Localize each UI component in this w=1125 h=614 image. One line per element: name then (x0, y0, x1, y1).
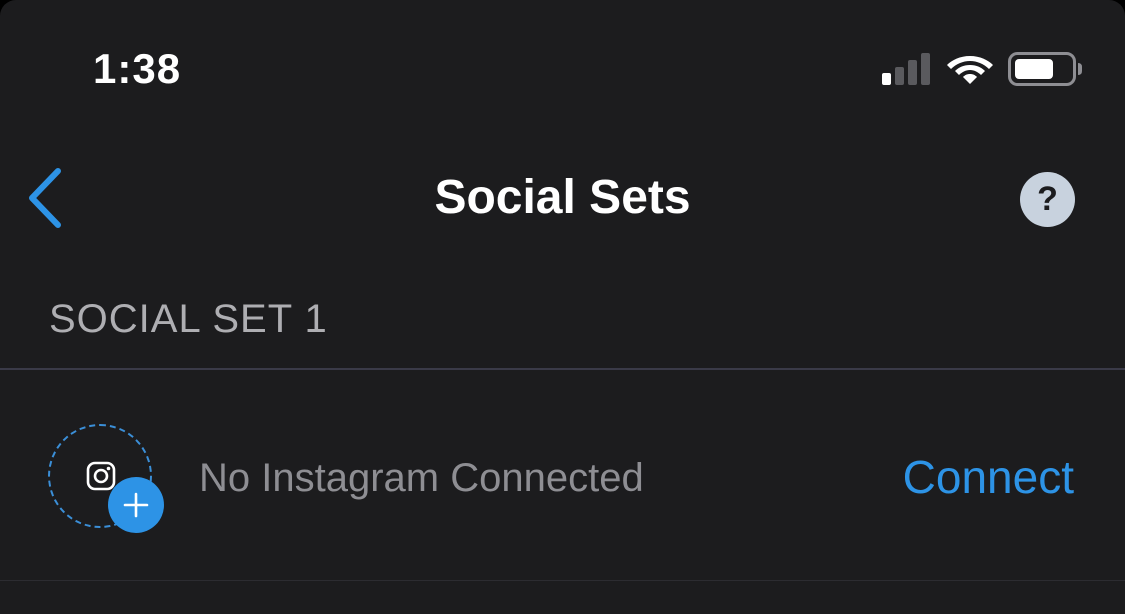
social-sets-screen: 1:38 Social Sets ? SOCIAL SET 1 No Insta… (0, 0, 1125, 614)
wifi-icon (947, 56, 993, 84)
plus-icon (123, 492, 149, 518)
status-time: 1:38 (93, 45, 182, 92)
page-title: Social Sets (434, 171, 691, 224)
account-status-label: No Instagram Connected (199, 456, 644, 500)
section-header: SOCIAL SET 1 (49, 297, 328, 341)
divider (0, 580, 1125, 581)
help-button[interactable]: ? (1020, 172, 1075, 227)
connect-button[interactable]: Connect (903, 450, 1074, 504)
cellular-signal-icon (882, 53, 930, 85)
add-account-button[interactable] (108, 477, 164, 533)
battery-icon (1008, 52, 1082, 86)
social-account-row: No Instagram Connected Connect (0, 370, 1125, 580)
instagram-icon (86, 461, 116, 491)
